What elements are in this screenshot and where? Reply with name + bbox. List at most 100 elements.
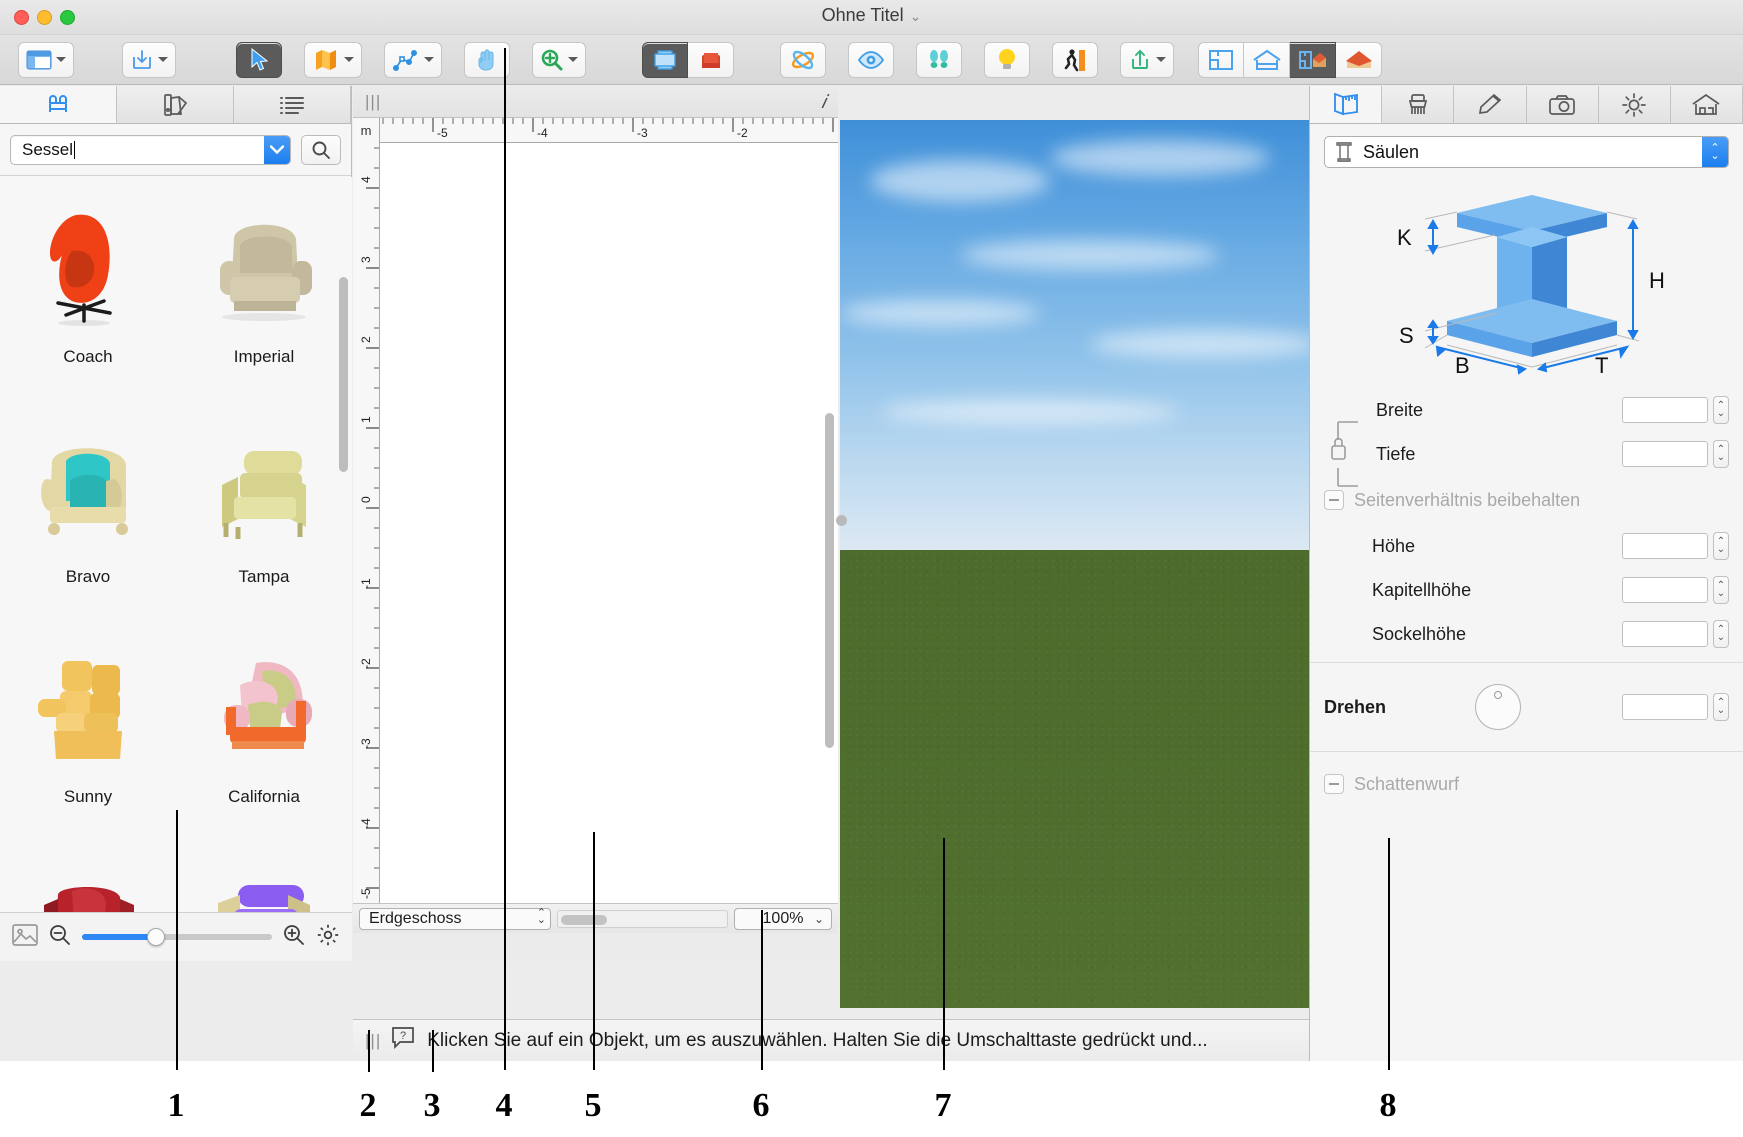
catalog-settings-button[interactable]: [316, 923, 340, 952]
object-catalog[interactable]: Coach Imperial Bravo Tampa Sunny Califor…: [0, 177, 352, 912]
sidebar-scrollbar[interactable]: [339, 277, 348, 472]
base-height-stepper[interactable]: ⌃ ⌄: [1713, 620, 1729, 648]
drag-grip-icon[interactable]: |||: [365, 1031, 381, 1051]
orbit-arrows-icon: [791, 50, 815, 69]
view-split-button[interactable]: [1290, 41, 1336, 78]
base-height-input[interactable]: [1622, 621, 1708, 647]
chevron-down-icon[interactable]: [424, 57, 434, 62]
inspector-tab-building[interactable]: [1670, 86, 1743, 123]
search-dropdown-chevron-down-icon[interactable]: [264, 135, 290, 164]
object-type-select[interactable]: Säulen ⌃ ⌄: [1324, 136, 1729, 168]
callout-number: 7: [934, 1087, 952, 1124]
chevron-down-icon[interactable]: ⌄: [814, 912, 824, 926]
chevron-down-icon[interactable]: [344, 57, 354, 62]
walk-mode-button[interactable]: [1052, 41, 1098, 78]
view-floorplan-button[interactable]: [1198, 41, 1244, 78]
slider-knob[interactable]: [146, 928, 165, 946]
sidebar-tab-list[interactable]: [234, 86, 351, 123]
select-tool-button[interactable]: [236, 41, 282, 78]
zoom-level-select[interactable]: 100% ⌄: [734, 907, 832, 930]
rotation-input[interactable]: [1621, 694, 1708, 720]
catalog-zoom-slider[interactable]: [82, 928, 272, 946]
catalog-item[interactable]: Coach: [0, 193, 176, 413]
zoom-level-value: 100%: [762, 909, 804, 927]
inspector-tab-materials[interactable]: [1382, 86, 1455, 123]
search-icon: [312, 141, 330, 159]
chevron-down-icon[interactable]: [1156, 57, 1166, 62]
dim-label-K: K: [1397, 225, 1412, 250]
measure-tool-button[interactable]: [384, 41, 442, 78]
split-resize-handle[interactable]: [836, 515, 847, 526]
catalog-item[interactable]: Bravo: [0, 413, 176, 633]
width-stepper[interactable]: ⌃ ⌄: [1713, 396, 1729, 424]
catalog-item[interactable]: Imperial: [176, 193, 352, 413]
stepper-updown-icon[interactable]: ⌃ ⌄: [537, 907, 546, 925]
visibility-button[interactable]: [848, 41, 894, 78]
floor-select[interactable]: Erdgeschoss ⌃ ⌄: [359, 907, 551, 930]
height-input[interactable]: [1622, 533, 1708, 559]
question-bubble-icon[interactable]: ?: [391, 1026, 417, 1055]
inspector-tab-style[interactable]: [1454, 86, 1527, 123]
zoom-in-button[interactable]: [282, 923, 306, 952]
orbit-tool-button[interactable]: [780, 41, 826, 78]
view-elevation-button[interactable]: [1244, 41, 1290, 78]
view-plan3d-button[interactable]: [642, 41, 688, 78]
rotation-stepper[interactable]: ⌃ ⌄: [1712, 693, 1729, 721]
share-button[interactable]: [1120, 41, 1174, 78]
pan-tool-button[interactable]: [464, 41, 510, 78]
floorplan-canvas[interactable]: [380, 143, 838, 903]
depth-stepper[interactable]: ⌃ ⌄: [1713, 440, 1729, 468]
wall-tool-button[interactable]: [304, 41, 362, 78]
title-chevron-down-icon[interactable]: ⌄: [910, 8, 922, 24]
inspector-tab-light[interactable]: [1598, 86, 1671, 123]
split-plan-3d-icon: [1298, 50, 1326, 69]
sidebar-tab-objects[interactable]: [0, 86, 117, 123]
inspector-tab-camera[interactable]: [1526, 86, 1599, 123]
text-caret: [74, 140, 76, 159]
inspector-panel: Säulen ⌃ ⌄ K H S B T Breite ⌃ ⌄ Tiefe ⌃ …: [1309, 86, 1743, 1061]
svg-text:-5: -5: [437, 126, 448, 140]
stepper-updown-icon[interactable]: ⌃ ⌄: [1702, 137, 1728, 167]
search-button[interactable]: [301, 134, 341, 165]
sidebar-tab-materials[interactable]: [117, 86, 234, 123]
height-stepper[interactable]: ⌃ ⌄: [1713, 532, 1729, 560]
shadow-checkbox[interactable]: [1324, 774, 1344, 794]
canvas-horizontal-scrollbar[interactable]: [557, 909, 728, 928]
cloud: [1050, 140, 1270, 176]
zoom-tool-button[interactable]: [532, 41, 586, 78]
3d-box-icon: [654, 49, 676, 70]
chevron-down-icon[interactable]: [56, 57, 66, 62]
import-object-button[interactable]: [122, 41, 176, 78]
rotation-dial[interactable]: [1475, 684, 1521, 730]
shadow-row[interactable]: Schattenwurf: [1310, 758, 1743, 810]
view-3d-button[interactable]: [1336, 41, 1382, 78]
link-lock-icon[interactable]: [1324, 410, 1372, 487]
chevron-down-icon[interactable]: [158, 57, 168, 62]
window-title[interactable]: Ohne Titel ⌄: [0, 5, 1743, 26]
chevron-down-icon[interactable]: [568, 57, 578, 62]
view-furniture-button[interactable]: [688, 41, 734, 78]
lighting-button[interactable]: [984, 41, 1030, 78]
width-input[interactable]: [1622, 397, 1708, 423]
field-row-tiefe: Tiefe ⌃ ⌄: [1376, 432, 1729, 476]
keep-ratio-row[interactable]: Seitenverhältnis beibehalten: [1310, 476, 1743, 524]
image-placeholder-icon[interactable]: [12, 923, 38, 951]
walkthrough-button[interactable]: [916, 41, 962, 78]
catalog-item[interactable]: Tampa: [176, 413, 352, 633]
search-input[interactable]: Sessel: [10, 134, 291, 165]
drag-grip-icon[interactable]: |||: [365, 92, 381, 112]
capital-height-stepper[interactable]: ⌃ ⌄: [1713, 576, 1729, 604]
capital-height-input[interactable]: [1622, 577, 1708, 603]
info-italic-icon[interactable]: 𝑖: [821, 92, 826, 114]
canvas-vertical-scrollbar[interactable]: [825, 413, 834, 748]
inspector-tab-geometry[interactable]: [1310, 86, 1383, 123]
zoom-out-button[interactable]: [48, 923, 72, 952]
catalog-item[interactable]: Sunny: [0, 633, 176, 853]
catalog-item[interactable]: [0, 853, 176, 912]
scrollbar-thumb[interactable]: [561, 914, 607, 925]
depth-input[interactable]: [1622, 441, 1708, 467]
3d-view[interactable]: [840, 120, 1309, 1008]
catalog-item[interactable]: [176, 853, 352, 912]
sidebar-toggle-button[interactable]: [18, 41, 74, 78]
catalog-item[interactable]: California: [176, 633, 352, 853]
